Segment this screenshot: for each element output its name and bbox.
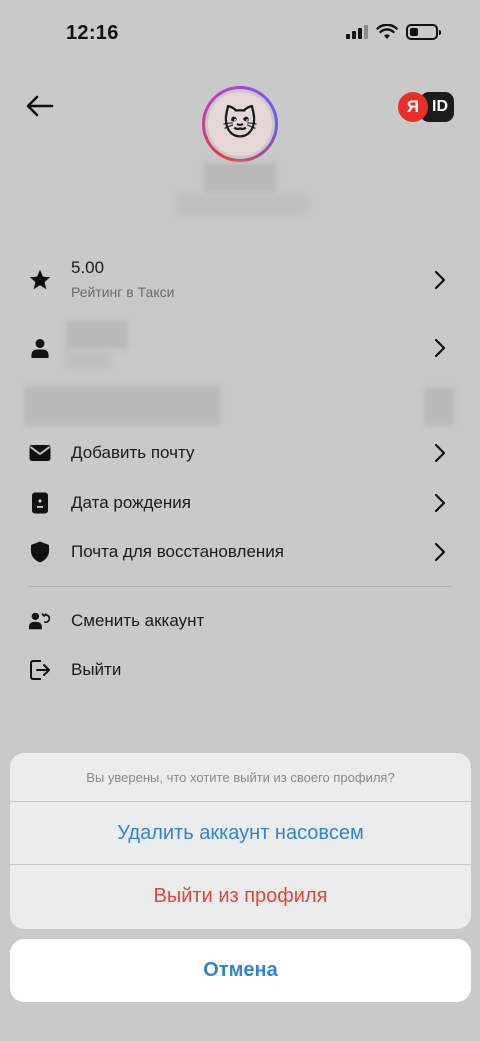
battery-icon bbox=[406, 24, 441, 40]
back-arrow-icon[interactable] bbox=[24, 92, 56, 120]
id-card-icon bbox=[28, 491, 52, 515]
person-icon bbox=[28, 336, 52, 360]
status-bar: 12:16 bbox=[0, 0, 480, 64]
yandex-id-logo[interactable]: Я ID bbox=[398, 92, 454, 122]
add-email-label: Добавить почту bbox=[71, 443, 195, 462]
chevron-right-icon bbox=[434, 493, 446, 513]
shield-icon bbox=[28, 540, 52, 564]
birthday-row[interactable]: Дата рождения bbox=[0, 481, 480, 525]
logout-label: Выйти bbox=[71, 660, 122, 679]
switch-account-row[interactable]: Сменить аккаунт bbox=[0, 599, 480, 643]
rating-value: 5.00 bbox=[71, 258, 105, 277]
status-icons bbox=[346, 24, 441, 40]
wifi-icon bbox=[376, 24, 398, 39]
recovery-email-label: Почта для восстановления bbox=[71, 542, 284, 561]
chevron-right-icon bbox=[434, 338, 446, 358]
cancel-button[interactable]: Отмена bbox=[10, 939, 471, 1002]
rating-row[interactable]: 5.00 Рейтинг в Такси bbox=[0, 258, 480, 302]
switch-account-icon bbox=[28, 609, 52, 633]
status-time: 12:16 bbox=[66, 22, 119, 44]
add-email-row[interactable]: Добавить почту bbox=[0, 431, 480, 475]
delete-account-button[interactable]: Удалить аккаунт насовсем bbox=[10, 802, 471, 865]
user-name-redacted bbox=[204, 163, 276, 193]
section-divider bbox=[28, 586, 452, 587]
rating-label: Рейтинг в Такси bbox=[71, 284, 175, 300]
chevron-right-icon bbox=[434, 542, 446, 562]
logout-action-sheet: Вы уверены, что хотите выйти из своего п… bbox=[10, 753, 471, 929]
action-sheet-title: Вы уверены, что хотите выйти из своего п… bbox=[10, 753, 471, 802]
chevron-right-icon bbox=[434, 270, 446, 290]
envelope-icon bbox=[28, 441, 52, 465]
personal-name-redacted bbox=[66, 321, 128, 349]
star-icon bbox=[28, 268, 52, 292]
logout-icon bbox=[28, 658, 52, 682]
yandex-logo-icon: Я bbox=[398, 92, 428, 122]
recovery-email-row[interactable]: Почта для восстановления bbox=[0, 530, 480, 574]
phone-row-redacted bbox=[24, 386, 220, 426]
personal-sub-redacted bbox=[66, 350, 110, 370]
birthday-label: Дата рождения bbox=[71, 493, 191, 512]
phone-action-redacted bbox=[424, 388, 454, 426]
chevron-right-icon bbox=[434, 443, 446, 463]
avatar[interactable]: 🐱 bbox=[202, 86, 278, 162]
signal-icon bbox=[346, 25, 368, 39]
switch-account-label: Сменить аккаунт bbox=[71, 611, 205, 630]
logout-profile-button[interactable]: Выйти из профиля bbox=[10, 865, 471, 928]
user-login-redacted bbox=[176, 194, 308, 216]
logout-row[interactable]: Выйти bbox=[0, 648, 480, 692]
cat-face-icon: 🐱 bbox=[208, 92, 272, 156]
